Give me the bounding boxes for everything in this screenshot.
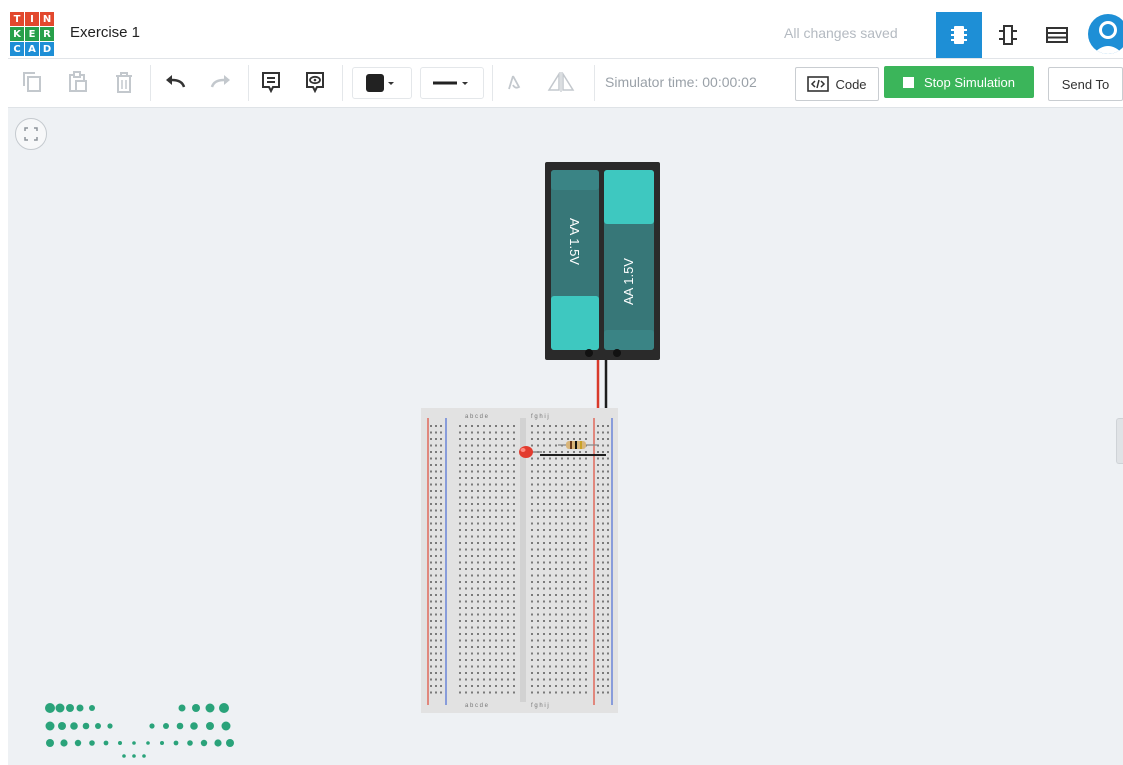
flip-button[interactable] — [544, 67, 578, 97]
logo-letter: E — [25, 27, 39, 41]
code-button-label: Code — [835, 76, 867, 92]
project-title[interactable]: Exercise 1 — [70, 24, 140, 41]
toolbar-divider — [492, 65, 493, 101]
logo-letter: A — [25, 42, 39, 56]
zoom-to-fit-button[interactable] — [15, 118, 47, 150]
note-icon — [262, 72, 280, 93]
redo-icon — [210, 75, 230, 88]
notes-visibility-button[interactable] — [300, 67, 330, 97]
schematic-icon — [999, 25, 1017, 45]
redo-button[interactable] — [206, 67, 236, 97]
color-swatch — [366, 74, 384, 92]
rotate-button[interactable] — [500, 67, 528, 97]
toolbar-divider — [150, 65, 151, 101]
logo-letter: R — [40, 27, 54, 41]
logo-letter: N — [40, 12, 54, 26]
logo-letter: I — [25, 12, 39, 26]
code-button[interactable]: Code — [795, 67, 879, 101]
circuit-canvas[interactable] — [8, 108, 1123, 765]
schematic-view-button[interactable] — [985, 12, 1031, 58]
top-bar: TIN KER CAD Exercise 1 All changes saved — [8, 8, 1123, 59]
component-list-button[interactable] — [1034, 12, 1080, 58]
undo-icon — [166, 75, 186, 88]
chevron-down-icon — [462, 82, 468, 85]
delete-button[interactable] — [110, 67, 138, 97]
toolbar-divider — [342, 65, 343, 101]
toolbar-divider — [248, 65, 249, 101]
stop-icon — [902, 76, 914, 88]
paste-button[interactable] — [64, 67, 92, 97]
simulator-time: Simulator time: 00:00:02 — [605, 74, 757, 90]
copy-icon — [23, 72, 41, 92]
wire-color-dropdown[interactable] — [352, 67, 412, 99]
flip-icon — [547, 72, 575, 92]
toolbar: Simulator time: 00:00:02 Code Stop Simul… — [8, 59, 1123, 108]
user-avatar[interactable] — [1088, 14, 1123, 54]
circuit-view-button[interactable] — [936, 12, 982, 58]
rotate-icon — [508, 75, 521, 90]
chip-icon — [951, 26, 967, 44]
copy-button[interactable] — [18, 67, 46, 97]
toolbar-divider — [594, 65, 595, 101]
side-panel-handle[interactable] — [1116, 418, 1123, 464]
stop-simulation-label: Stop Simulation — [923, 74, 1016, 90]
eye-note-icon — [306, 72, 324, 93]
send-to-label: Send To — [1061, 76, 1110, 92]
code-icon — [807, 76, 830, 92]
stop-simulation-button[interactable]: Stop Simulation — [884, 66, 1034, 98]
notes-button[interactable] — [256, 67, 286, 97]
logo-letter: T — [10, 12, 24, 26]
line-style-icon — [433, 81, 457, 85]
logo-letter: D — [40, 42, 54, 56]
list-icon — [1046, 27, 1068, 43]
undo-button[interactable] — [160, 67, 190, 97]
paste-icon — [69, 71, 87, 92]
wire-type-dropdown[interactable] — [420, 67, 484, 99]
trash-icon — [116, 72, 132, 93]
tinkercad-logo[interactable]: TIN KER CAD — [10, 12, 54, 56]
logo-letter: K — [10, 27, 24, 41]
user-icon — [1093, 21, 1123, 54]
fit-view-icon — [24, 127, 38, 141]
logo-letter: C — [10, 42, 24, 56]
chevron-down-icon — [388, 82, 394, 85]
send-to-button[interactable]: Send To — [1048, 67, 1123, 101]
save-status: All changes saved — [784, 25, 898, 41]
